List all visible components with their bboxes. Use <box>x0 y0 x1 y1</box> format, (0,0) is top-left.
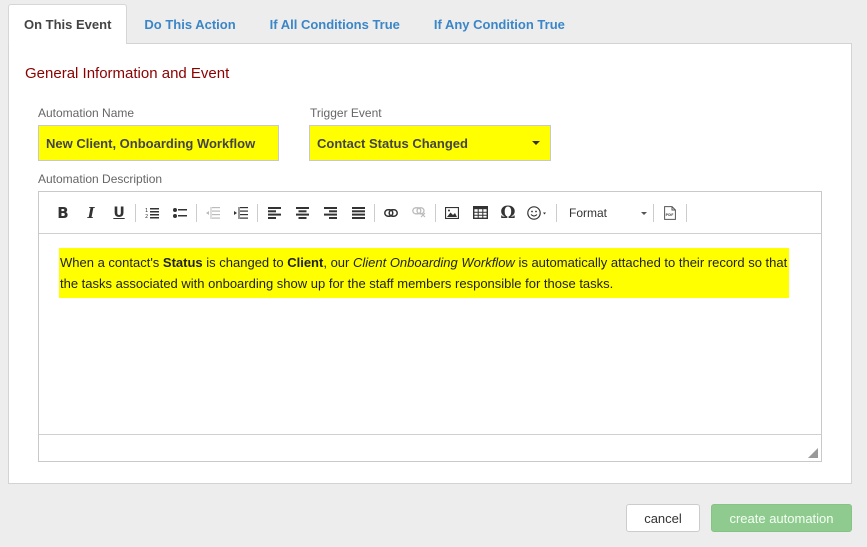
align-left-icon <box>267 206 281 219</box>
section-title: General Information and Event <box>25 65 230 82</box>
chevron-down-icon <box>532 141 540 145</box>
unlink-icon <box>412 207 426 218</box>
trigger-event-label: Trigger Event <box>310 106 382 120</box>
chevron-down-icon <box>641 211 647 215</box>
tab-do-this-action[interactable]: Do This Action <box>127 4 252 44</box>
special-character-button[interactable]: Ω <box>494 201 522 225</box>
align-right-button[interactable] <box>316 201 344 225</box>
automation-description-label: Automation Description <box>38 172 163 186</box>
unlink-button[interactable] <box>405 201 433 225</box>
format-dropdown-label: Format <box>569 205 608 220</box>
table-icon <box>472 206 488 219</box>
link-button[interactable] <box>377 201 405 225</box>
bulleted-list-icon <box>173 207 187 218</box>
toolbar-separator <box>686 203 687 222</box>
toolbar-separator <box>435 203 436 222</box>
editor-status-bar <box>39 434 821 461</box>
toolbar-separator <box>653 203 654 222</box>
bold-button[interactable]: B <box>49 201 77 225</box>
outdent-button[interactable] <box>199 201 227 225</box>
outdent-icon <box>206 206 220 219</box>
bulleted-list-button[interactable] <box>166 201 194 225</box>
toolbar-separator <box>374 203 375 222</box>
editor-toolbar: B I U 12 Ω Format PDF <box>39 192 821 234</box>
tab-if-any-condition-true[interactable]: If Any Condition True <box>417 4 582 44</box>
trigger-event-value: Contact Status Changed <box>317 135 468 151</box>
svg-text:2: 2 <box>145 214 148 219</box>
numbered-list-button[interactable]: 12 <box>138 201 166 225</box>
resize-handle-icon[interactable] <box>808 448 818 458</box>
italic-text-workflow: Client Onboarding Workflow <box>352 255 515 270</box>
omega-icon: Ω <box>500 202 516 223</box>
toolbar-separator <box>196 203 197 222</box>
smiley-icon <box>527 205 546 220</box>
image-button[interactable] <box>438 201 466 225</box>
description-paragraph: When a contact's Status is changed to Cl… <box>59 248 789 298</box>
align-right-icon <box>323 206 337 219</box>
justify-icon <box>351 206 365 219</box>
export-pdf-button[interactable]: PDF <box>656 201 684 225</box>
indent-button[interactable] <box>227 201 255 225</box>
numbered-list-icon: 12 <box>145 207 159 219</box>
automation-name-label: Automation Name <box>38 106 135 120</box>
indent-icon <box>234 206 248 219</box>
underline-button[interactable]: U <box>105 201 133 225</box>
toolbar-separator <box>135 203 136 222</box>
trigger-event-select[interactable]: Contact Status Changed <box>309 125 551 161</box>
italic-icon: I <box>87 203 95 222</box>
italic-button[interactable]: I <box>77 201 105 225</box>
bold-icon: B <box>57 203 69 222</box>
align-center-icon <box>295 206 309 219</box>
svg-text:PDF: PDF <box>666 213 675 217</box>
create-automation-button[interactable]: create automation <box>711 504 852 532</box>
format-dropdown[interactable]: Format <box>563 201 651 225</box>
automation-name-value: New Client, Onboarding Workflow <box>46 135 256 151</box>
cancel-button[interactable]: cancel <box>626 504 700 532</box>
align-left-button[interactable] <box>260 201 288 225</box>
align-center-button[interactable] <box>288 201 316 225</box>
text-run: is changed to <box>202 255 288 270</box>
event-panel: General Information and Event Automation… <box>8 43 852 484</box>
underline-icon: U <box>113 204 125 221</box>
tab-bar: On This Event Do This Action If All Cond… <box>8 4 582 44</box>
table-button[interactable] <box>466 201 494 225</box>
text-run: When a contact's <box>60 255 163 270</box>
emoji-button[interactable] <box>522 201 554 225</box>
image-icon <box>445 206 459 219</box>
justify-button[interactable] <box>344 201 372 225</box>
tab-if-all-conditions-true[interactable]: If All Conditions True <box>253 4 417 44</box>
bold-text-client: Client <box>287 255 324 270</box>
editor-content-area[interactable]: When a contact's Status is changed to Cl… <box>39 234 821 434</box>
toolbar-separator <box>257 203 258 222</box>
bold-text-status: Status <box>162 255 203 270</box>
automation-name-input[interactable]: New Client, Onboarding Workflow <box>38 125 279 161</box>
rich-text-editor: B I U 12 Ω Format PDF When a contact's S… <box>38 191 822 462</box>
tab-on-this-event[interactable]: On This Event <box>8 4 128 44</box>
text-run: , our <box>323 255 353 270</box>
pdf-icon: PDF <box>664 205 676 220</box>
toolbar-separator <box>556 203 557 222</box>
link-icon <box>384 208 398 217</box>
